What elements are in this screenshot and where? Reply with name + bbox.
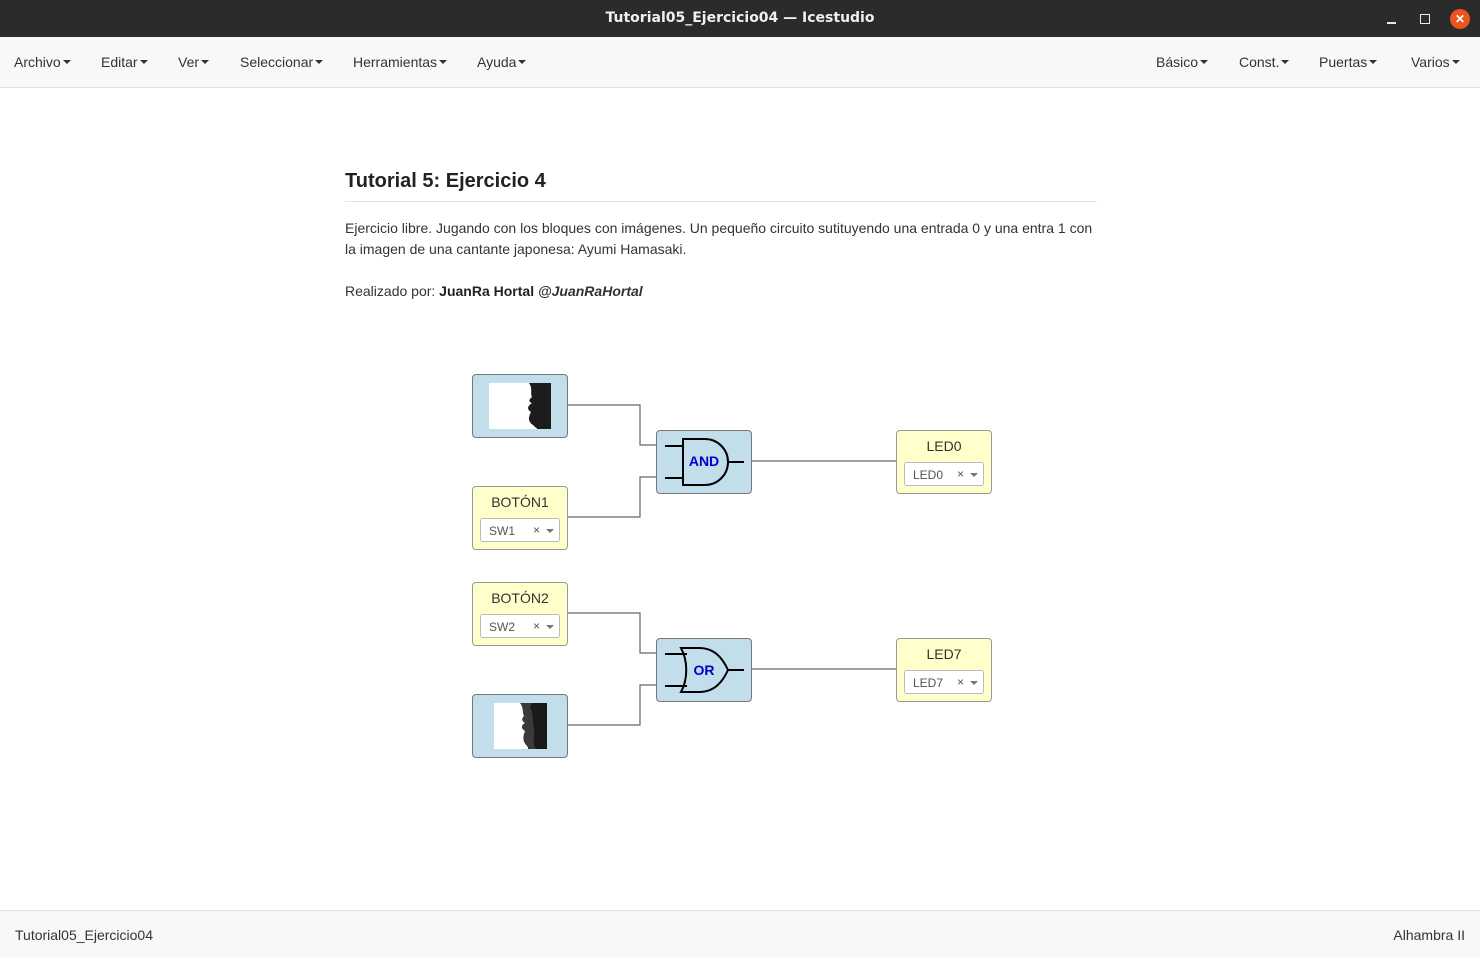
dropdown-arrow-icon[interactable] [546, 625, 554, 629]
pin-value: SW2 [489, 620, 516, 634]
clear-icon[interactable]: × [533, 619, 540, 633]
image-block-1[interactable] [472, 374, 568, 438]
wire-boton1-and [567, 476, 657, 518]
or-gate-label: OR [693, 662, 715, 678]
or-gate-block[interactable]: OR [656, 638, 752, 702]
portrait-image [494, 703, 547, 749]
and-gate-label: AND [688, 453, 720, 469]
clear-icon[interactable]: × [957, 467, 964, 481]
portrait-image [489, 383, 551, 429]
pin-value: SW1 [489, 524, 516, 538]
dropdown-arrow-icon[interactable] [546, 529, 554, 533]
wire-boton2-or [567, 612, 657, 654]
and-gate-block[interactable]: AND [656, 430, 752, 494]
pin-select-led0[interactable]: LED0 × [904, 462, 984, 486]
pin-value: LED0 [913, 468, 944, 482]
output-block-led7[interactable]: LED7 LED7 × [896, 638, 992, 702]
input-block-boton2[interactable]: BOTÓN2 SW2 × [472, 582, 568, 646]
block-label: BOTÓN2 [491, 590, 549, 606]
block-label: LED0 [926, 438, 962, 454]
dropdown-arrow-icon[interactable] [970, 681, 978, 685]
input-block-boton1[interactable]: BOTÓN1 SW1 × [472, 486, 568, 550]
block-label: BOTÓN1 [491, 494, 549, 510]
image-block-2[interactable] [472, 694, 568, 758]
clear-icon[interactable]: × [957, 675, 964, 689]
pin-select-sw2[interactable]: SW2 × [480, 614, 560, 638]
wire-image2-or [567, 684, 657, 726]
dropdown-arrow-icon[interactable] [970, 473, 978, 477]
wire-image1-and [567, 404, 657, 446]
board-selector[interactable]: Alhambra II [1393, 927, 1465, 943]
status-bar: Tutorial05_Ejercicio04 Alhambra II [0, 910, 1480, 958]
pin-value: LED7 [913, 676, 944, 690]
project-name: Tutorial05_Ejercicio04 [15, 927, 153, 943]
block-label: LED7 [926, 646, 962, 662]
clear-icon[interactable]: × [533, 523, 540, 537]
pin-select-led7[interactable]: LED7 × [904, 670, 984, 694]
pin-select-sw1[interactable]: SW1 × [480, 518, 560, 542]
output-block-led0[interactable]: LED0 LED0 × [896, 430, 992, 494]
